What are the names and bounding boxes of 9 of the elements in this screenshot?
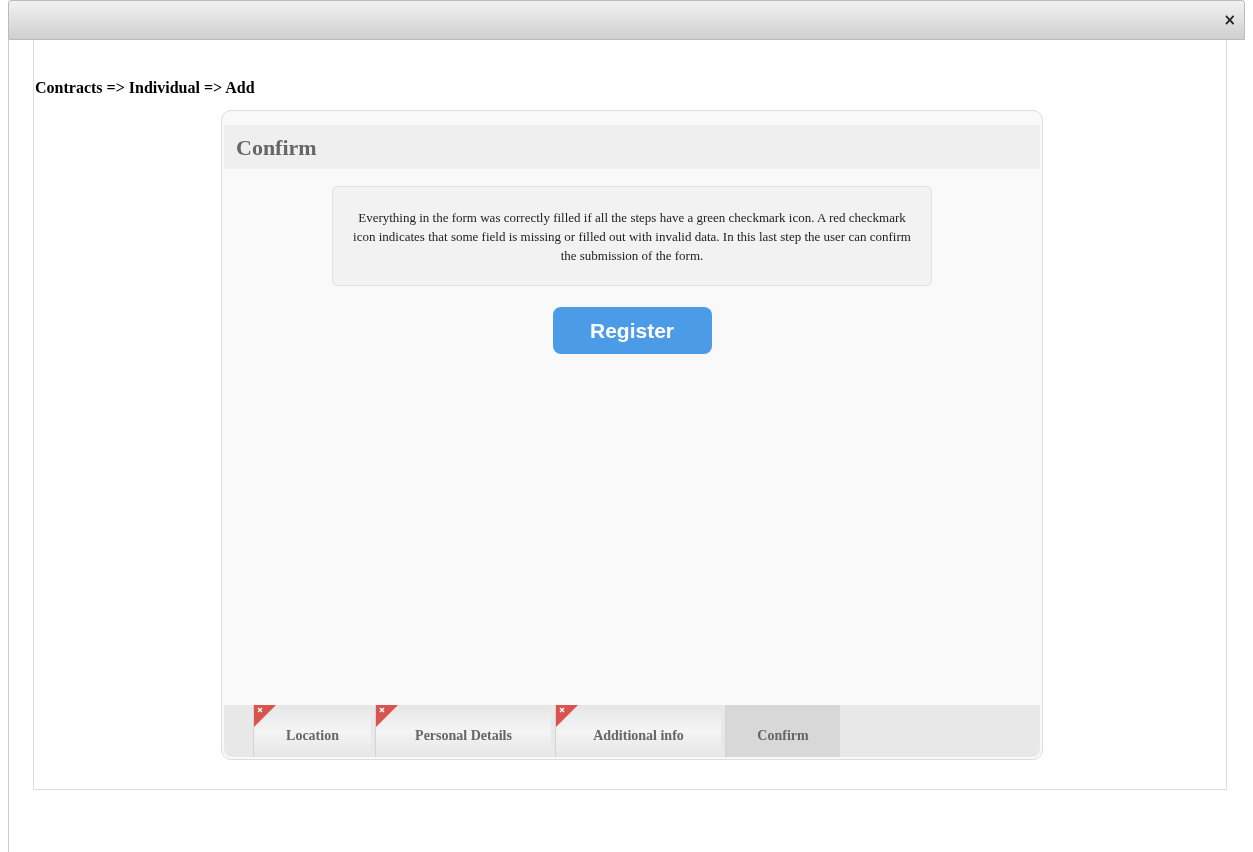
step-tab[interactable]: Location [253, 705, 371, 757]
step-tab[interactable]: Additional info [555, 705, 721, 757]
breadcrumb: Contracts => Individual => Add [35, 78, 256, 98]
close-button[interactable]: × [1223, 12, 1236, 28]
register-button[interactable]: Register [552, 307, 712, 354]
step-tab[interactable]: Confirm [725, 705, 840, 757]
info-text: Everything in the form was correctly filled if all the steps have a green checkmark icon. A red checkmark icon indicates that some field is missing or filled out with invalid data. In this last step the user can confirm the submission of the form. [352, 208, 912, 265]
step-title: Confirm [236, 133, 317, 162]
step-tab[interactable]: Personal Details [375, 705, 551, 757]
